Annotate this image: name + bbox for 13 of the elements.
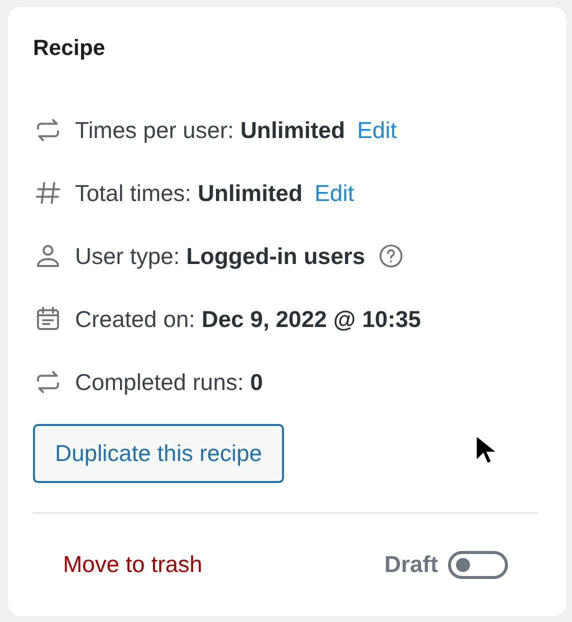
- duplicate-button[interactable]: Duplicate this recipe: [33, 424, 284, 483]
- trash-link[interactable]: Move to trash: [63, 551, 202, 578]
- edit-link[interactable]: Edit: [357, 116, 397, 144]
- status-toggle[interactable]: [448, 550, 508, 579]
- info-text: Completed runs: 0: [75, 368, 263, 396]
- help-icon[interactable]: [377, 242, 406, 270]
- toggle-label: Draft: [384, 551, 438, 578]
- info-text: Total times: Unlimited: [75, 180, 302, 207]
- card-title: Recipe: [33, 34, 106, 62]
- info-text: Times per user: Unlimited: [75, 116, 346, 144]
- info-text: User type: Logged-in users: [75, 242, 366, 270]
- edit-link[interactable]: Edit: [314, 180, 354, 207]
- info-text: Created on: Dec 9, 2022 @ 10:35: [75, 306, 421, 333]
